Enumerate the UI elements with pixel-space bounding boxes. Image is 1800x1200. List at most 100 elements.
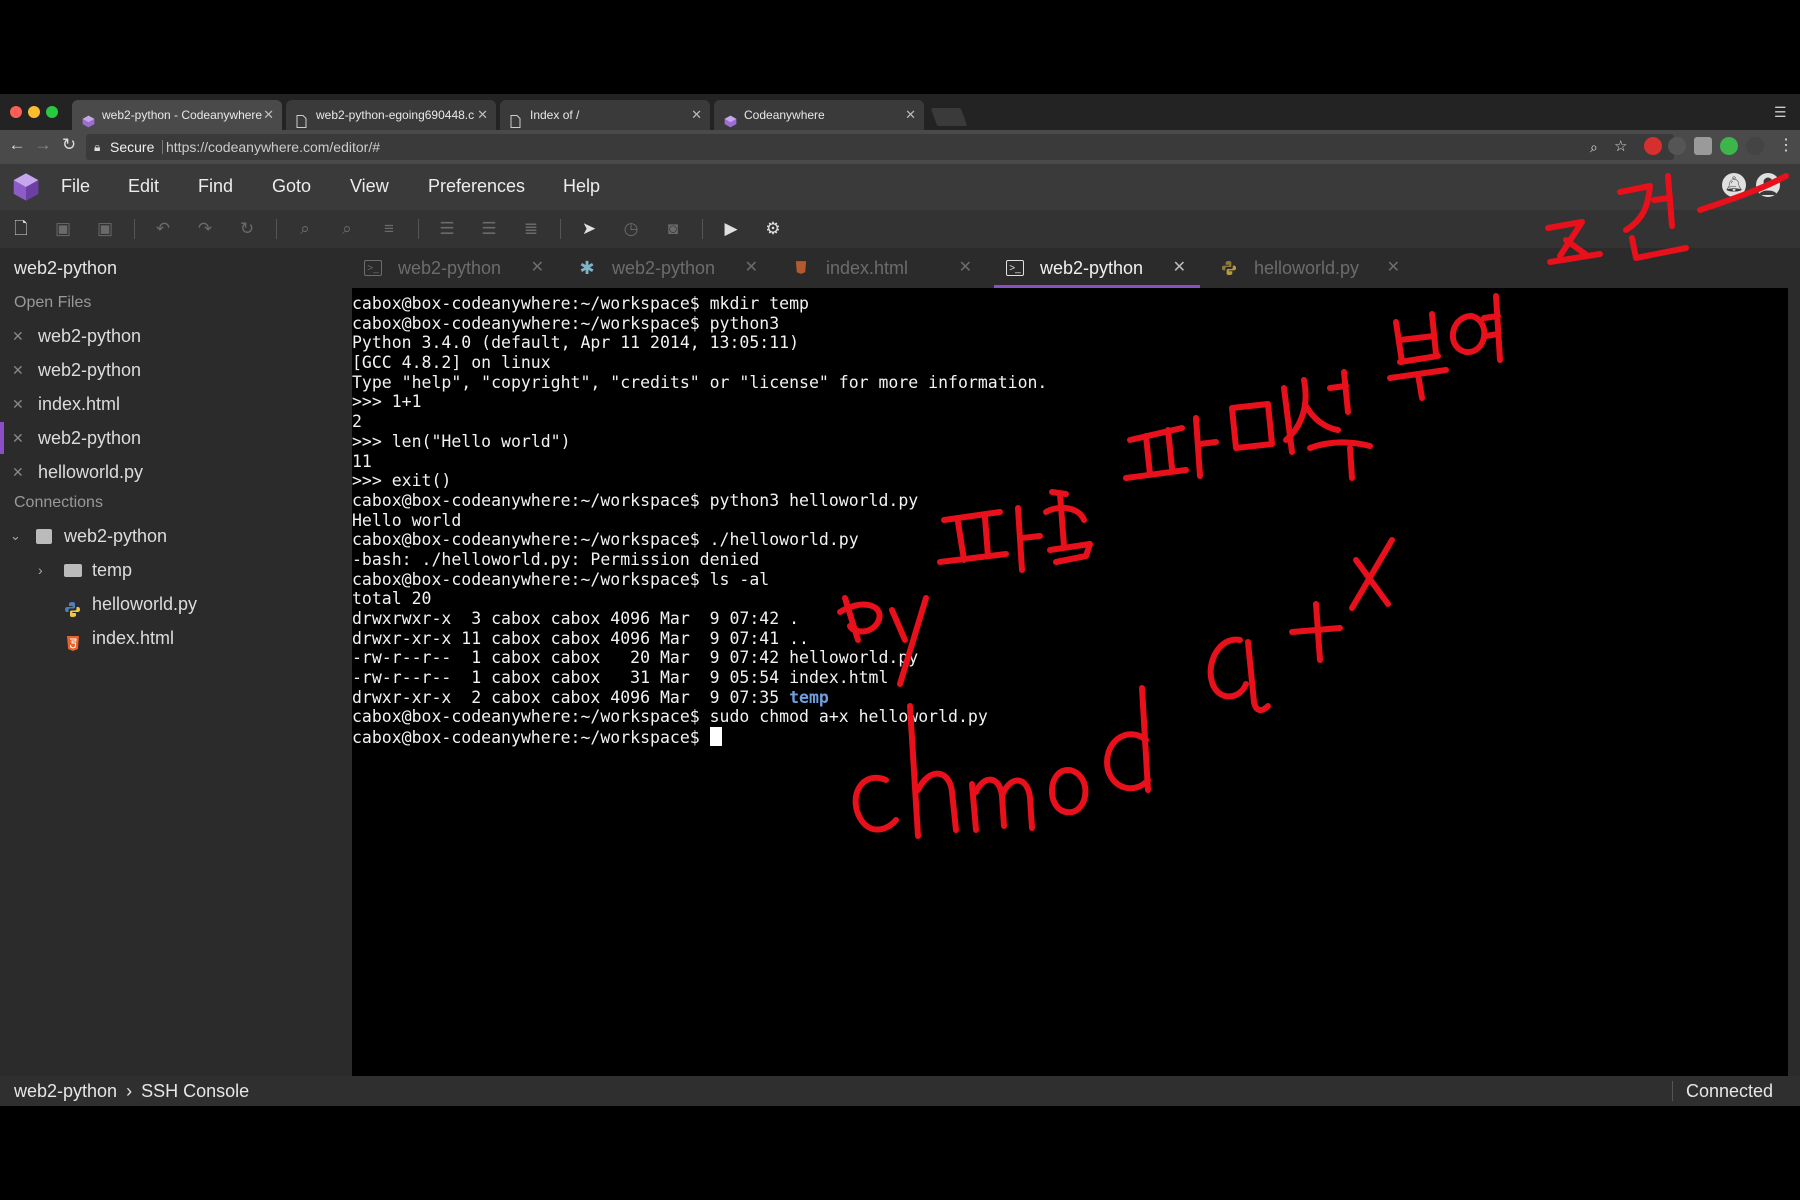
- redo-icon[interactable]: ↷: [194, 218, 216, 240]
- minimize-window-button[interactable]: [28, 106, 40, 118]
- close-icon[interactable]: ✕: [12, 456, 24, 488]
- document-icon: [296, 109, 309, 128]
- back-icon[interactable]: ←: [6, 135, 28, 155]
- save-all-icon[interactable]: ▣: [94, 218, 116, 240]
- browser-tab[interactable]: Index of / ✕: [500, 100, 710, 130]
- url-field[interactable]: 🔒︎ Secure https://codeanywhere.com/edito…: [86, 134, 1674, 160]
- connection-item[interactable]: ⌄ web2-python: [0, 520, 350, 552]
- indent-icon[interactable]: ☰: [436, 218, 458, 240]
- terminal-line: [GCC 4.8.2] on linux: [352, 353, 551, 373]
- tree-file-item[interactable]: index.html: [0, 622, 350, 654]
- close-tab-icon[interactable]: ✕: [263, 100, 274, 130]
- profile-icon[interactable]: ☰: [1774, 104, 1787, 121]
- deploy-send-icon[interactable]: ➤: [578, 218, 600, 240]
- ssh-terminal[interactable]: cabox@box-codeanywhere:~/workspace$ mkdi…: [352, 288, 1788, 1076]
- zoom-icon[interactable]: ⌕: [1590, 134, 1598, 160]
- breadcrumb-page: SSH Console: [141, 1081, 250, 1101]
- menu-goto[interactable]: Goto: [272, 176, 311, 197]
- close-icon[interactable]: ✕: [1387, 248, 1400, 288]
- open-file-item[interactable]: ✕ web2-python: [0, 354, 350, 386]
- editor-tab[interactable]: ✱ web2-python ✕: [566, 248, 772, 288]
- new-tab-button[interactable]: [930, 108, 968, 126]
- format-icon[interactable]: ≣: [520, 218, 542, 240]
- terminal-line: Hello world: [352, 510, 462, 530]
- close-icon[interactable]: ✕: [12, 320, 24, 352]
- close-icon[interactable]: ✕: [959, 248, 972, 288]
- menu-view[interactable]: View: [350, 176, 389, 197]
- close-window-button[interactable]: [10, 106, 22, 118]
- menu-file[interactable]: File: [61, 176, 90, 197]
- close-tab-icon[interactable]: ✕: [691, 100, 702, 130]
- terminal-line: >>> 1+1: [352, 392, 422, 412]
- close-tab-icon[interactable]: ✕: [905, 100, 916, 130]
- menu-bar: File Edit Find Goto View Preferences Hel…: [0, 164, 1800, 210]
- browser-tab[interactable]: Codeanywhere ✕: [714, 100, 924, 130]
- settings-gear-icon[interactable]: ⚙: [762, 218, 784, 240]
- open-file-item[interactable]: ✕ web2-python: [0, 422, 350, 454]
- undo-icon[interactable]: ↶: [152, 218, 174, 240]
- menu-preferences[interactable]: Preferences: [428, 176, 525, 197]
- search-icon[interactable]: ⌕: [294, 218, 316, 240]
- document-icon: [510, 109, 523, 128]
- terminal-icon: >_: [364, 260, 382, 276]
- chevron-down-icon[interactable]: ⌄: [10, 520, 21, 552]
- editor-tab-bar: >_ web2-python ✕ ✱ web2-python ✕ index.h…: [352, 248, 1800, 288]
- terminal-line: >>> len("Hello world"): [352, 431, 571, 451]
- outdent-icon[interactable]: ☰: [478, 218, 500, 240]
- menu-edit[interactable]: Edit: [128, 176, 159, 197]
- editor-tab[interactable]: helloworld.py ✕: [1208, 248, 1414, 288]
- reload-icon[interactable]: ↻: [58, 135, 80, 155]
- word-wrap-icon[interactable]: ≡: [378, 218, 400, 240]
- close-icon[interactable]: ✕: [745, 248, 758, 288]
- browser-tab[interactable]: web2-python - Codeanywhere ✕: [72, 100, 282, 130]
- terminal-line: cabox@box-codeanywhere:~/workspace$ pyth…: [352, 490, 919, 510]
- close-tab-icon[interactable]: ✕: [477, 100, 488, 130]
- open-file-item[interactable]: ✕ index.html: [0, 388, 350, 420]
- terminal-prompt-line[interactable]: cabox@box-codeanywhere:~/workspace$: [352, 727, 1047, 747]
- close-icon[interactable]: ✕: [12, 354, 24, 386]
- close-icon[interactable]: ✕: [12, 422, 24, 454]
- terminal-line: cabox@box-codeanywhere:~/workspace$ ls -…: [352, 569, 770, 589]
- breadcrumb-project[interactable]: web2-python: [14, 1081, 117, 1101]
- extension-info-icon[interactable]: [1668, 137, 1686, 155]
- extension-dim-icon[interactable]: [1746, 137, 1764, 155]
- extension-gray-icon[interactable]: [1694, 137, 1712, 155]
- extension-green-check-icon[interactable]: [1720, 137, 1738, 155]
- browser-tab[interactable]: web2-python-egoing690448.c ✕: [286, 100, 496, 130]
- open-file-item[interactable]: ✕ helloworld.py: [0, 456, 350, 488]
- terminal-prompt: cabox@box-codeanywhere:~/workspace$: [352, 728, 710, 748]
- terminal-line: 2: [352, 412, 362, 432]
- user-avatar-icon[interactable]: [1756, 173, 1780, 197]
- notifications-bell-icon[interactable]: 🔔︎: [1722, 173, 1746, 197]
- tree-folder-item[interactable]: › temp: [0, 554, 350, 586]
- editor-tab[interactable]: >_ web2-python ✕: [352, 248, 558, 288]
- bookmark-star-icon[interactable]: ☆: [1614, 134, 1627, 160]
- terminal-line: 11: [352, 451, 372, 471]
- maximize-window-button[interactable]: [46, 106, 58, 118]
- preview-icon[interactable]: ◙: [662, 218, 684, 240]
- menu-help[interactable]: Help: [563, 176, 600, 197]
- terminal-line: -rw-r--r-- 1 cabox cabox 20 Mar 9 07:42 …: [352, 648, 919, 668]
- tree-file-item[interactable]: helloworld.py: [0, 588, 350, 620]
- search-replace-icon[interactable]: ⌕: [336, 218, 358, 240]
- save-icon[interactable]: ▣: [52, 218, 74, 240]
- close-icon[interactable]: ✕: [1173, 248, 1186, 288]
- toolbar-divider: [560, 219, 561, 239]
- toolbar-divider: [702, 219, 703, 239]
- open-file-item[interactable]: ✕ web2-python: [0, 320, 350, 352]
- forward-icon[interactable]: →: [32, 135, 54, 155]
- close-icon[interactable]: ✕: [531, 248, 544, 288]
- new-file-icon[interactable]: 🗋: [10, 218, 32, 240]
- history-icon[interactable]: ◷: [620, 218, 642, 240]
- close-icon[interactable]: ✕: [12, 388, 24, 420]
- chevron-right-icon[interactable]: ›: [38, 554, 43, 586]
- refresh-icon[interactable]: ↻: [236, 218, 258, 240]
- editor-tab[interactable]: index.html ✕: [780, 248, 986, 288]
- run-icon[interactable]: ▶: [720, 218, 742, 240]
- status-bar: web2-python › SSH Console Connected: [0, 1076, 1800, 1106]
- extension-red-icon[interactable]: [1644, 137, 1662, 155]
- browser-tab-title: web2-python-egoing690448.c: [316, 108, 475, 122]
- menu-find[interactable]: Find: [198, 176, 233, 197]
- chrome-menu-icon[interactable]: ⋮: [1778, 135, 1794, 155]
- editor-tab-active[interactable]: >_ web2-python ✕: [994, 248, 1200, 288]
